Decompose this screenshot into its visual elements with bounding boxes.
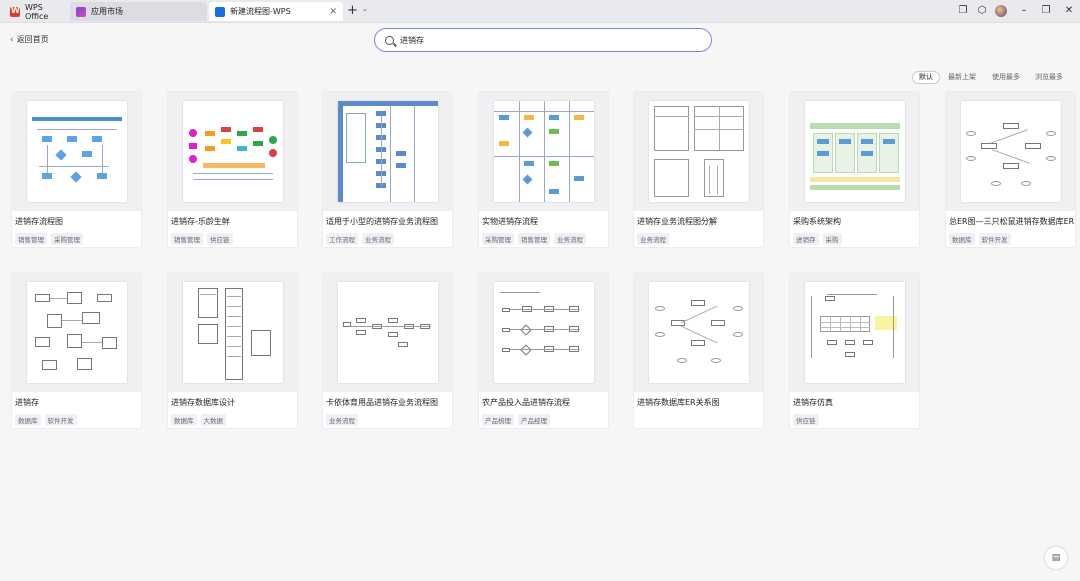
template-thumbnail — [634, 273, 763, 392]
template-card[interactable]: 卡依体育用品进销存业务流程图 业务流程 — [322, 272, 453, 429]
template-thumbnail — [323, 92, 452, 211]
template-tag[interactable]: 数据库 — [171, 414, 197, 426]
template-title: 采购系统架构 — [793, 217, 841, 226]
template-card[interactable]: 采购系统架构 进销存 采购 — [789, 91, 920, 248]
template-tag[interactable]: 业务流程 — [326, 414, 358, 426]
template-thumbnail — [946, 92, 1075, 211]
template-card[interactable]: 进销存仿真 供应链 — [789, 272, 920, 429]
template-card[interactable]: 进销存-乐龄生鲜 销售管理 供应链 — [167, 91, 298, 248]
template-tag[interactable]: 软件开发 — [978, 233, 1011, 245]
template-tag[interactable]: 采购管理 — [51, 233, 83, 245]
tab-wps-office[interactable]: WPS Office — [4, 2, 68, 21]
search-box[interactable] — [374, 28, 712, 52]
title-bar: WPS Office 应用市场 新建流程图-WPS ✕ + ⌄ ❐ ⬡ – ❐ … — [0, 0, 1080, 23]
template-thumbnail — [12, 92, 141, 211]
template-tag[interactable]: 工作流程 — [326, 233, 358, 245]
template-tag[interactable]: 软件开发 — [44, 414, 77, 426]
template-title: 实物进销存流程 — [482, 217, 538, 226]
template-thumbnail — [168, 92, 297, 211]
close-tab-icon[interactable]: ✕ — [329, 7, 337, 17]
template-card[interactable]: 实物进销存流程 采购管理 销售管理 业务流程 — [478, 91, 609, 248]
template-tag[interactable]: 大数据 — [200, 414, 226, 426]
search-input[interactable] — [400, 35, 690, 45]
close-window-icon[interactable]: ✕ — [1063, 5, 1075, 17]
template-title: 适用于小型的进销存业务流程图 — [326, 217, 438, 226]
template-card[interactable]: 总ER图—三只松鼠进销存数据库ER... 数据库 软件开发 — [945, 91, 1076, 248]
template-title: 农产品投入品进销存流程 — [482, 398, 570, 407]
back-label: 返回首页 — [16, 35, 49, 44]
template-tag[interactable]: 销售管理 — [15, 233, 47, 245]
template-thumbnail — [12, 273, 141, 392]
template-tag[interactable]: 销售管理 — [171, 233, 203, 245]
template-title: 进销存仿真 — [793, 398, 833, 407]
chevron-down-icon[interactable]: ⌄ — [362, 5, 368, 13]
tab-new-flowchart[interactable]: 新建流程图-WPS ✕ — [209, 2, 343, 21]
avatar[interactable] — [995, 5, 1007, 17]
template-title: 进销存流程图 — [15, 217, 63, 226]
sort-most-viewed[interactable]: 浏览最多 — [1035, 71, 1063, 84]
template-title: 进销存-乐龄生鲜 — [171, 217, 230, 226]
template-card[interactable]: 进销存 数据库 软件开发 — [11, 272, 142, 429]
flowchart-icon — [215, 6, 225, 17]
template-tag[interactable]: 数据库 — [949, 233, 975, 245]
tab-app-market[interactable]: 应用市场 — [70, 2, 207, 21]
template-thumbnail — [323, 273, 452, 392]
template-title: 总ER图—三只松鼠进销存数据库ER... — [949, 217, 1074, 226]
template-tag[interactable]: 业务流程 — [637, 233, 669, 245]
sort-default[interactable]: 默认 — [912, 71, 940, 84]
template-tag[interactable]: 采购 — [822, 233, 842, 245]
chevron-left-icon: ‹ — [10, 34, 14, 45]
template-tag[interactable]: 供应链 — [207, 233, 233, 245]
template-tag[interactable]: 业务流程 — [554, 233, 586, 245]
template-tag[interactable]: 业务流程 — [362, 233, 394, 245]
template-thumbnail — [479, 92, 608, 211]
tab-label: 新建流程图-WPS — [230, 7, 291, 16]
minimize-icon[interactable]: – — [1018, 5, 1030, 17]
template-card[interactable]: 农产品投入品进销存流程 产品梳理 产品经理 — [478, 272, 609, 429]
template-card[interactable]: 进销存业务流程图分解 业务流程 — [633, 91, 764, 248]
template-title: 进销存数据库ER关系图 — [637, 398, 720, 407]
template-thumbnail — [168, 273, 297, 392]
new-tab-icon[interactable]: + — [347, 3, 358, 18]
window-tile-icon[interactable]: ❐ — [957, 5, 969, 17]
tab-label: WPS Office — [25, 2, 49, 21]
restore-icon[interactable]: ❐ — [1040, 5, 1052, 17]
template-title: 进销存 — [15, 398, 39, 407]
template-thumbnail — [790, 92, 919, 211]
template-card[interactable]: 适用于小型的进销存业务流程图 工作流程 业务流程 — [322, 91, 453, 248]
tab-label: 应用市场 — [91, 7, 123, 16]
template-tag[interactable]: 产品梳理 — [482, 414, 514, 426]
template-card[interactable]: 进销存数据库设计 数据库 大数据 — [167, 272, 298, 429]
template-tag[interactable]: 产品经理 — [518, 414, 550, 426]
wps-logo-icon — [10, 6, 20, 17]
template-tag[interactable]: 数据库 — [15, 414, 41, 426]
template-tag[interactable]: 采购管理 — [482, 233, 514, 245]
app-market-icon — [76, 6, 86, 17]
template-title: 卡依体育用品进销存业务流程图 — [326, 398, 438, 407]
template-card[interactable]: 进销存流程图 销售管理 采购管理 — [11, 91, 142, 248]
template-thumbnail — [479, 273, 608, 392]
template-tag[interactable]: 进销存 — [793, 233, 819, 245]
template-thumbnail — [634, 92, 763, 211]
cube-icon[interactable]: ⬡ — [976, 5, 988, 17]
template-thumbnail — [790, 273, 919, 392]
feedback-button[interactable]: ▤ — [1045, 547, 1067, 569]
sort-most-used[interactable]: 使用最多 — [992, 71, 1020, 84]
template-tag[interactable]: 供应链 — [793, 414, 819, 426]
template-title: 进销存数据库设计 — [171, 398, 235, 407]
chat-icon: ▤ — [1051, 553, 1061, 563]
template-tag[interactable]: 销售管理 — [518, 233, 550, 245]
template-title: 进销存业务流程图分解 — [637, 217, 717, 226]
back-home-link[interactable]: ‹ 返回首页 — [10, 34, 49, 45]
sort-newest[interactable]: 最新上架 — [948, 71, 976, 84]
search-icon — [385, 35, 394, 45]
template-card[interactable]: 进销存数据库ER关系图 — [633, 272, 764, 429]
